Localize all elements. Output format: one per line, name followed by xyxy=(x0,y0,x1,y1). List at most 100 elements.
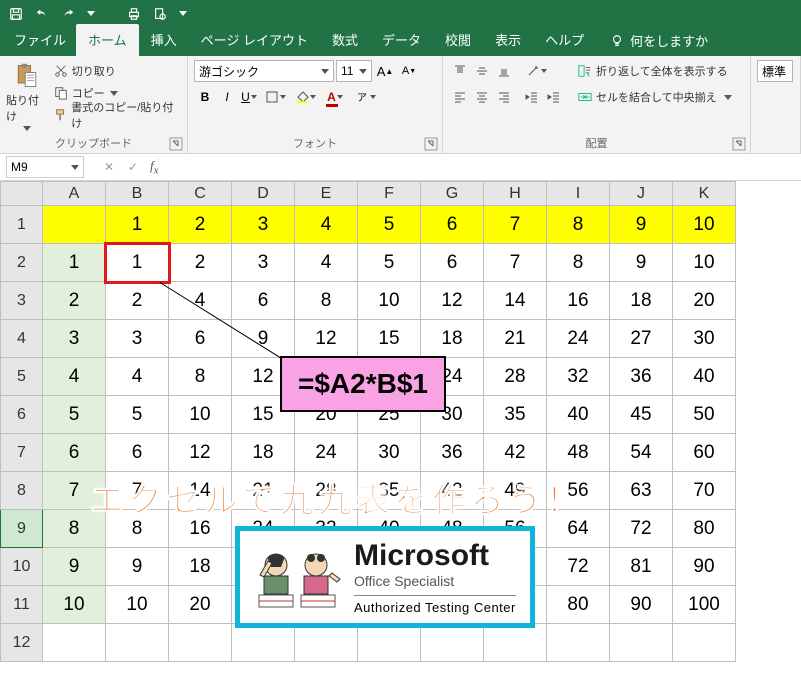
cell[interactable] xyxy=(295,624,358,662)
cell[interactable]: 1 xyxy=(43,244,106,282)
font-dialog-launcher-icon[interactable] xyxy=(424,137,438,151)
cell[interactable] xyxy=(673,624,736,662)
cell[interactable]: 7 xyxy=(484,244,547,282)
align-center-icon[interactable] xyxy=(471,86,493,108)
paste-button[interactable]: 貼り付け xyxy=(6,60,49,133)
cell[interactable]: 20 xyxy=(673,282,736,320)
align-left-icon[interactable] xyxy=(449,86,471,108)
cell[interactable]: 100 xyxy=(673,586,736,624)
cell[interactable]: 15 xyxy=(358,320,421,358)
cell[interactable]: 18 xyxy=(232,434,295,472)
cell[interactable]: 10 xyxy=(673,244,736,282)
cell[interactable]: 27 xyxy=(610,320,673,358)
format-painter-button[interactable]: 書式のコピー/貼り付け xyxy=(53,104,181,126)
print-preview-icon[interactable] xyxy=(152,6,168,22)
merge-center-button[interactable]: セルを結合して中央揃え xyxy=(577,86,732,108)
italic-button[interactable]: I xyxy=(216,86,238,108)
cell[interactable]: 90 xyxy=(673,548,736,586)
cell[interactable] xyxy=(421,624,484,662)
cell[interactable]: 1 xyxy=(106,244,169,282)
tab-page-layout[interactable]: ページ レイアウト xyxy=(189,24,320,56)
cell[interactable]: 2 xyxy=(43,282,106,320)
row-header[interactable]: 5 xyxy=(1,358,43,396)
cell[interactable]: 42 xyxy=(484,434,547,472)
cell[interactable]: 8 xyxy=(547,206,610,244)
cell[interactable]: 2 xyxy=(169,244,232,282)
col-header[interactable]: F xyxy=(358,182,421,206)
row-header[interactable]: 3 xyxy=(1,282,43,320)
cell[interactable] xyxy=(43,206,106,244)
cell[interactable]: 40 xyxy=(673,358,736,396)
cut-button[interactable]: 切り取り xyxy=(53,60,181,82)
col-header[interactable]: J xyxy=(610,182,673,206)
cell[interactable]: 9 xyxy=(610,244,673,282)
tab-view[interactable]: 表示 xyxy=(483,24,533,56)
row-header[interactable]: 11 xyxy=(1,586,43,624)
row-header[interactable]: 1 xyxy=(1,206,43,244)
save-icon[interactable] xyxy=(8,6,24,22)
row-header[interactable]: 9 xyxy=(1,510,43,548)
cell[interactable] xyxy=(610,624,673,662)
cell[interactable]: 7 xyxy=(484,206,547,244)
cell[interactable]: 14 xyxy=(484,282,547,320)
cell[interactable]: 3 xyxy=(232,244,295,282)
cell[interactable]: 63 xyxy=(610,472,673,510)
cell[interactable] xyxy=(484,624,547,662)
tab-data[interactable]: データ xyxy=(370,24,433,56)
cell[interactable]: 35 xyxy=(484,396,547,434)
decrease-indent-icon[interactable] xyxy=(521,86,543,108)
cell[interactable]: 50 xyxy=(673,396,736,434)
cell[interactable]: 18 xyxy=(610,282,673,320)
decrease-font-icon[interactable]: A▼ xyxy=(398,60,420,82)
increase-indent-icon[interactable] xyxy=(543,86,565,108)
align-top-icon[interactable] xyxy=(449,60,471,82)
col-header[interactable]: H xyxy=(484,182,547,206)
name-box[interactable]: M9 xyxy=(6,156,84,178)
cell[interactable]: 6 xyxy=(43,434,106,472)
cell[interactable]: 24 xyxy=(295,434,358,472)
cell[interactable]: 4 xyxy=(106,358,169,396)
cell[interactable]: 5 xyxy=(106,396,169,434)
row-header[interactable]: 8 xyxy=(1,472,43,510)
cell[interactable]: 70 xyxy=(673,472,736,510)
row-header[interactable]: 4 xyxy=(1,320,43,358)
cell[interactable]: 90 xyxy=(610,586,673,624)
number-format-select[interactable]: 標準 xyxy=(757,60,793,82)
cell[interactable]: 21 xyxy=(484,320,547,358)
increase-font-icon[interactable]: A▲ xyxy=(374,60,396,82)
cell[interactable]: 10 xyxy=(169,396,232,434)
row-header[interactable]: 6 xyxy=(1,396,43,434)
cell[interactable]: 80 xyxy=(547,586,610,624)
cell[interactable]: 4 xyxy=(295,206,358,244)
cell[interactable] xyxy=(106,624,169,662)
col-header[interactable]: K xyxy=(673,182,736,206)
cell[interactable]: 80 xyxy=(673,510,736,548)
col-header[interactable]: E xyxy=(295,182,358,206)
cell[interactable]: 12 xyxy=(169,434,232,472)
cell[interactable]: 20 xyxy=(169,586,232,624)
bold-button[interactable]: B xyxy=(194,86,216,108)
cell[interactable]: 8 xyxy=(169,358,232,396)
cell[interactable]: 1 xyxy=(106,206,169,244)
redo-icon[interactable] xyxy=(60,6,76,22)
cell[interactable]: 9 xyxy=(610,206,673,244)
cell[interactable] xyxy=(169,624,232,662)
cell[interactable]: 28 xyxy=(484,358,547,396)
cell[interactable]: 36 xyxy=(421,434,484,472)
cell[interactable] xyxy=(358,624,421,662)
cell[interactable]: 30 xyxy=(358,434,421,472)
row-header[interactable]: 12 xyxy=(1,624,43,662)
underline-button[interactable]: U xyxy=(238,86,260,108)
cell[interactable]: 8 xyxy=(295,282,358,320)
cell[interactable]: 16 xyxy=(547,282,610,320)
cell[interactable]: 72 xyxy=(547,548,610,586)
tell-me[interactable]: 何をしますか xyxy=(610,31,708,56)
cell[interactable]: 45 xyxy=(610,396,673,434)
cell[interactable]: 2 xyxy=(106,282,169,320)
cell[interactable]: 5 xyxy=(358,244,421,282)
orientation-button[interactable] xyxy=(521,60,551,82)
cell[interactable]: 8 xyxy=(547,244,610,282)
wrap-text-button[interactable]: 折り返して全体を表示する xyxy=(577,60,732,82)
cell[interactable]: 18 xyxy=(421,320,484,358)
row-header[interactable]: 10 xyxy=(1,548,43,586)
